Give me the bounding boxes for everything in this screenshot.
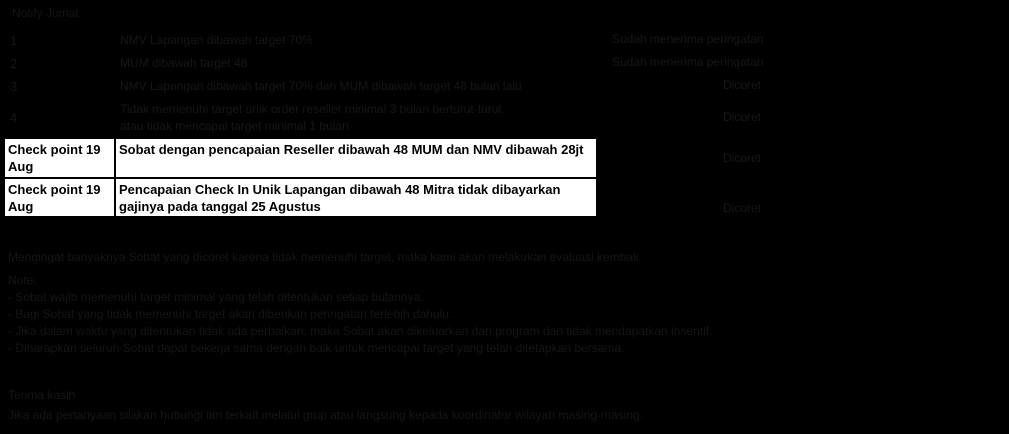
note-item: - Jika dalam waktu yang ditentukan tidak… xyxy=(8,324,713,338)
checkpoint-note: Dicoret xyxy=(722,201,761,215)
checkpoint-note: Dicoret xyxy=(722,151,761,165)
table-row-note: Dicoret xyxy=(722,110,761,124)
table-row-description: NMV Lapangan dibawah target 70% dan MUM … xyxy=(120,79,522,93)
note-item: - Sobat wajib memenuhi target minimal ya… xyxy=(8,290,424,304)
notes-title: Note: xyxy=(8,273,37,287)
intro-paragraph: Mengingat banyaknya Sobat yang dicoret k… xyxy=(8,250,642,264)
table-row-note: Sudah menerima peringatan xyxy=(612,32,764,46)
checkpoint-description: Sobat dengan pencapaian Reseller dibawah… xyxy=(115,138,597,178)
table-row-description-line2: atau tidak mencapai target minimal 1 bul… xyxy=(120,119,349,133)
note-item: - Diharapkan seluruh Sobat dapat bekerja… xyxy=(8,341,625,355)
table-row-description: MUM dibawah target 48 xyxy=(120,56,248,70)
table-row-note: Dicoret xyxy=(722,78,761,92)
table-row-description: NMV Lapangan dibawah target 70% xyxy=(120,33,313,47)
table-row-number: 3 xyxy=(10,79,18,94)
table-row-number: 2 xyxy=(10,56,18,71)
note-item: - Bagi Sobat yang tidak memenuhi target … xyxy=(8,307,453,321)
checkpoint-label: Check point 19 Aug xyxy=(4,178,115,217)
table-row-number: 1 xyxy=(10,33,18,48)
checkpoint-label: Check point 19 Aug xyxy=(4,138,115,178)
table-row-note: Sudah menerima peringatan xyxy=(612,55,764,69)
table-row-number: 4 xyxy=(10,110,18,125)
checkpoint-description: Pencapaian Check In Unik Lapangan dibawa… xyxy=(115,178,597,217)
page-heading: Notify Jumat xyxy=(12,6,79,20)
closing-paragraph: Jika ada pertanyaan silakan hubungi tim … xyxy=(8,408,644,422)
table-row-description: Tidak memenuhi target unik order reselle… xyxy=(120,102,502,116)
closing-title: Terima kasih xyxy=(8,388,76,402)
